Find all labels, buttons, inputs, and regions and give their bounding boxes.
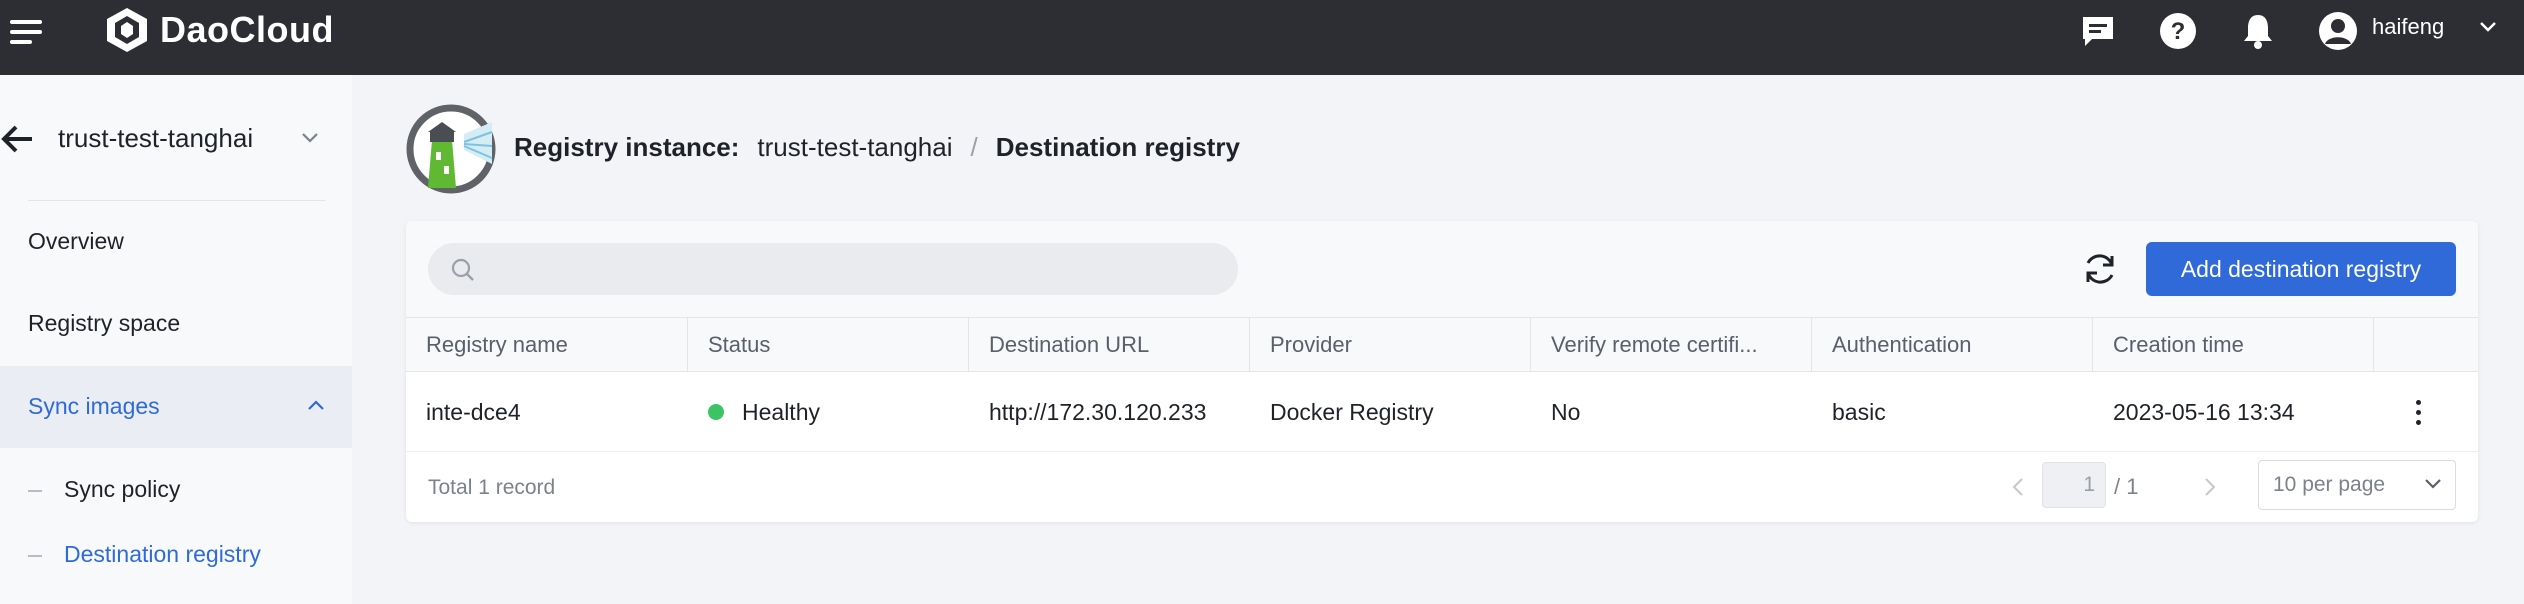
sidebar: trust-test-tanghai Overview Registry spa…	[0, 75, 352, 604]
per-page-value: 10 per page	[2273, 473, 2386, 496]
chevron-left-icon[interactable]	[2010, 476, 2026, 498]
subitem-dash	[28, 490, 42, 492]
destination-registry-card: Add destination registry Registry name S…	[406, 221, 2478, 522]
top-navigation-bar: DaoCloud ? haifeng	[0, 0, 2524, 75]
chevron-up-icon	[308, 400, 324, 410]
column-header-actions	[2374, 318, 2478, 371]
status-healthy-dot-icon	[708, 403, 724, 420]
sidebar-item-label: Sync images	[28, 393, 160, 419]
current-page-input[interactable]: 1	[2042, 462, 2106, 508]
bell-icon[interactable]	[2238, 11, 2278, 51]
chevron-down-icon[interactable]	[300, 131, 320, 145]
cell-registry-name[interactable]: inte-dce4	[406, 372, 521, 452]
sidebar-subitem-destination-registry[interactable]: Destination registry	[0, 541, 352, 601]
breadcrumb: Registry instance: trust-test-tanghai / …	[514, 132, 1240, 163]
sidebar-item-label: Destination registry	[64, 541, 261, 567]
column-header-destination-url[interactable]: Destination URL	[969, 318, 1250, 371]
brand-name: DaoCloud	[160, 9, 334, 50]
sidebar-subitem-sync-policy[interactable]: Sync policy	[0, 476, 352, 536]
column-header-authentication[interactable]: Authentication	[1812, 318, 2093, 371]
chevron-down-icon[interactable]	[2478, 20, 2498, 34]
page-title: Destination registry	[995, 132, 1240, 162]
total-pages: / 1	[2114, 474, 2139, 499]
daocloud-logo-icon	[107, 8, 147, 52]
table-row[interactable]: inte-dce4 Healthy http://172.30.120.233 …	[406, 372, 2478, 452]
user-avatar-icon[interactable]	[2318, 11, 2358, 51]
back-arrow-icon[interactable]	[0, 123, 36, 155]
sidebar-item-overview[interactable]: Overview	[0, 201, 352, 283]
breadcrumb-instance-link[interactable]: trust-test-tanghai	[757, 132, 952, 163]
cell-authentication: basic	[1832, 399, 1886, 425]
column-header-creation-time[interactable]: Creation time	[2093, 318, 2374, 371]
message-icon[interactable]	[2078, 11, 2118, 51]
refresh-icon[interactable]	[2078, 247, 2122, 291]
chevron-right-icon[interactable]	[2202, 476, 2218, 498]
help-icon[interactable]: ?	[2158, 11, 2198, 51]
status-text: Healthy	[742, 399, 820, 425]
cell-provider: Docker Registry	[1270, 399, 1434, 425]
search-icon	[451, 258, 474, 281]
column-header-provider[interactable]: Provider	[1250, 318, 1531, 371]
add-destination-registry-button[interactable]: Add destination registry	[2146, 242, 2456, 296]
cell-verify-remote-cert: No	[1551, 399, 1581, 425]
workspace-selector[interactable]: trust-test-tanghai	[58, 123, 253, 154]
table-header: Registry name Status Destination URL Pro…	[406, 317, 2478, 372]
table-footer: Total 1 record 1 / 1 10 per page	[406, 452, 2478, 522]
more-actions-icon[interactable]	[2408, 398, 2428, 428]
menu-icon[interactable]	[10, 20, 42, 44]
column-header-verify-remote-cert[interactable]: Verify remote certifi...	[1531, 318, 1812, 371]
sidebar-item-label: Registry space	[28, 310, 181, 336]
cell-creation-time: 2023-05-16 13:34	[2113, 399, 2295, 425]
sidebar-item-label: Sync policy	[64, 476, 181, 502]
sidebar-item-label: Overview	[28, 228, 124, 254]
subitem-dash	[28, 555, 42, 557]
daocloud-logo[interactable]: DaoCloud	[104, 4, 334, 56]
per-page-select[interactable]: 10 per page	[2258, 460, 2456, 510]
column-header-registry-name[interactable]: Registry name	[406, 318, 688, 371]
cell-status: Healthy	[688, 372, 820, 452]
username[interactable]: haifeng	[2372, 14, 2444, 40]
svg-text:?: ?	[2171, 18, 2186, 45]
sidebar-item-sync-images[interactable]: Sync images	[0, 366, 352, 448]
cell-destination-url: http://172.30.120.233	[989, 399, 1207, 425]
harbor-logo-icon	[406, 104, 496, 194]
total-records: Total 1 record	[428, 476, 556, 499]
column-header-status[interactable]: Status	[688, 318, 969, 371]
chevron-down-icon	[2425, 479, 2441, 489]
search-input[interactable]	[428, 243, 1238, 295]
breadcrumb-separator: /	[970, 132, 978, 162]
breadcrumb-label: Registry instance:	[514, 132, 740, 162]
toolbar: Add destination registry	[406, 221, 2478, 317]
sidebar-item-registry-space[interactable]: Registry space	[0, 283, 352, 365]
